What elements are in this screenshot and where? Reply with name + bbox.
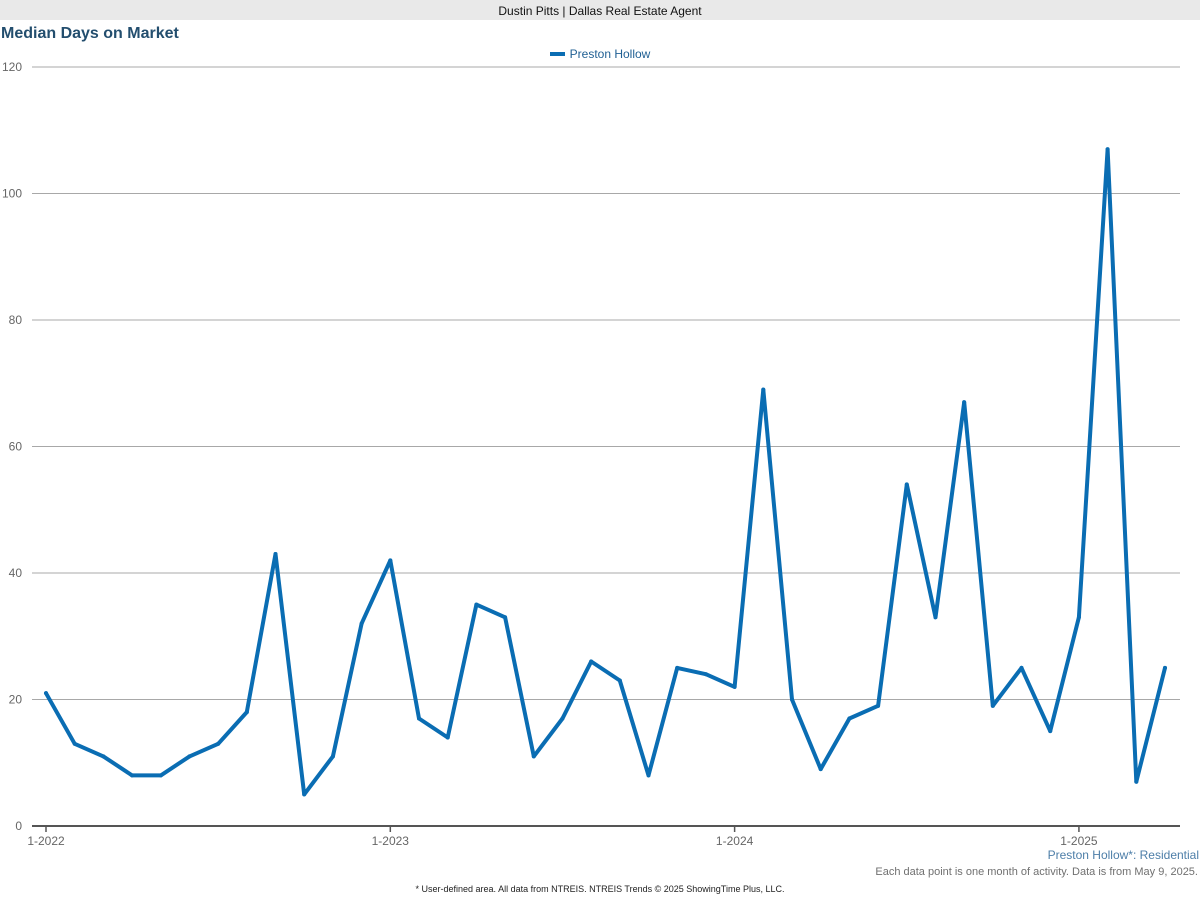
data-point — [617, 678, 622, 683]
data-point — [847, 716, 852, 721]
y-tick-label: 0 — [15, 819, 22, 833]
data-point — [273, 552, 278, 557]
data-point — [72, 741, 77, 746]
line-chart: 0 20 40 60 80 100 120 1-2022 1-2023 1-2024 1-2025 — [2, 60, 1180, 848]
data-point — [1163, 665, 1167, 670]
data-point — [876, 703, 881, 708]
data-point — [1048, 729, 1053, 734]
data-point — [359, 621, 364, 626]
x-tick-label: 1-2024 — [716, 834, 754, 848]
data-point — [44, 691, 48, 696]
data-point — [732, 684, 737, 689]
data-point — [158, 773, 163, 778]
data-point — [904, 482, 909, 487]
data-point — [589, 659, 594, 664]
data-point — [330, 754, 335, 759]
data-point — [445, 735, 450, 740]
data-point — [130, 773, 135, 778]
footer-area-label: Preston Hollow*: Residential — [1047, 848, 1199, 862]
data-point — [675, 665, 680, 670]
data-point — [962, 400, 967, 405]
y-tick-label: 40 — [9, 566, 23, 580]
data-point — [531, 754, 536, 759]
data-point — [244, 710, 249, 715]
footer-source: * User-defined area. All data from NTREI… — [415, 884, 785, 894]
data-point — [818, 767, 823, 772]
data-point — [474, 602, 479, 607]
y-tick-label: 60 — [9, 440, 23, 454]
data-point — [703, 672, 708, 677]
y-tick-label: 80 — [9, 313, 23, 327]
data-point — [388, 558, 393, 563]
y-tick-label: 120 — [2, 60, 22, 74]
data-point — [990, 703, 995, 708]
data-point — [1076, 615, 1081, 620]
data-point — [302, 792, 307, 797]
y-tick-label: 20 — [9, 693, 23, 707]
footer-note: Each data point is one month of activity… — [875, 866, 1198, 878]
y-tick-label: 100 — [2, 187, 22, 201]
data-point — [933, 615, 938, 620]
x-tick-label: 1-2022 — [27, 834, 65, 848]
data-point — [646, 773, 651, 778]
series-line-preston-hollow — [44, 147, 1167, 797]
x-tick-label: 1-2025 — [1060, 834, 1098, 848]
data-point — [560, 716, 565, 721]
data-point — [761, 387, 766, 392]
data-point — [216, 741, 221, 746]
x-tick-label: 1-2023 — [372, 834, 410, 848]
data-point — [101, 754, 106, 759]
data-point — [187, 754, 192, 759]
data-point — [1134, 779, 1139, 784]
data-point — [1019, 665, 1024, 670]
data-point — [790, 697, 794, 702]
data-point — [417, 716, 421, 721]
data-point — [503, 615, 508, 620]
data-point — [1105, 147, 1110, 152]
